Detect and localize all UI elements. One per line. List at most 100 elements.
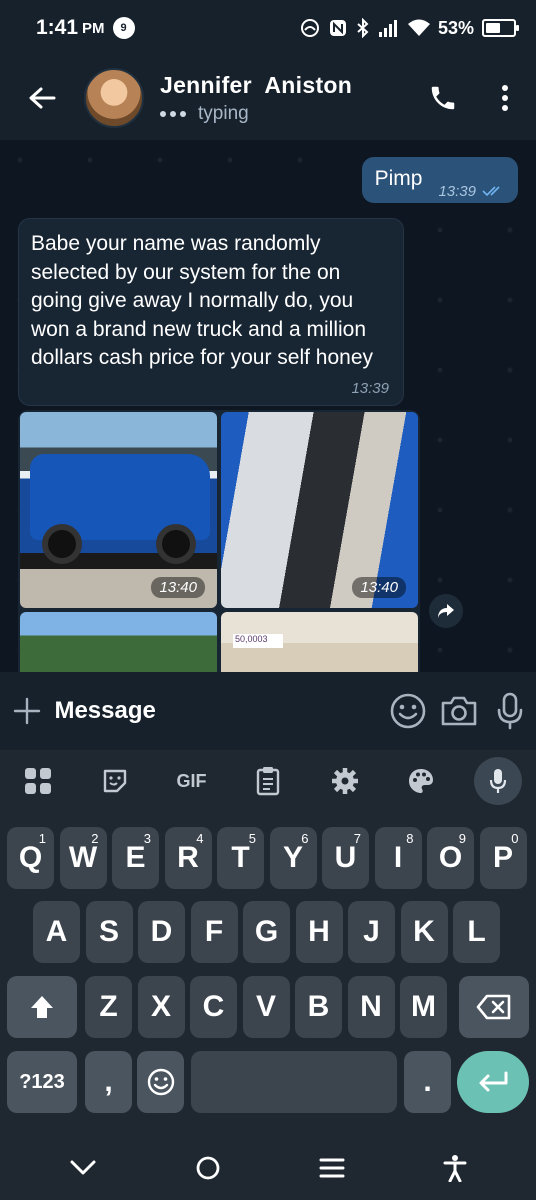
key-w[interactable]: W2 — [59, 827, 107, 889]
enter-arrow-icon — [479, 1071, 508, 1092]
key-a[interactable]: A — [33, 901, 80, 963]
shift-key[interactable] — [7, 976, 77, 1038]
key-z-label: Z — [99, 990, 118, 1023]
key-g[interactable]: G — [243, 901, 290, 963]
outgoing-message-time: 13:39 — [438, 182, 476, 200]
key-x-label: X — [150, 990, 171, 1023]
avatar[interactable] — [84, 68, 144, 128]
key-e[interactable]: E3 — [112, 827, 159, 889]
key-hint: 6 — [301, 831, 309, 846]
photo-trees[interactable] — [20, 612, 217, 672]
accessibility-icon[interactable] — [443, 1154, 467, 1182]
settings-button[interactable] — [306, 767, 383, 795]
key-v-label: V — [255, 990, 276, 1023]
photo-time: 13:40 — [151, 577, 205, 598]
voice-message-button[interactable] — [485, 692, 536, 730]
more-options-button[interactable] — [474, 84, 536, 112]
apps-grid-icon — [25, 768, 52, 794]
key-r[interactable]: R4 — [164, 827, 212, 889]
keyboard-voice-button[interactable] — [459, 757, 536, 805]
key-z[interactable]: Z — [85, 976, 132, 1038]
symbols-key[interactable]: ?123 — [7, 1051, 77, 1113]
call-button[interactable] — [412, 83, 474, 113]
key-c[interactable]: C — [190, 976, 237, 1038]
outgoing-message[interactable]: Pimp 13:39 — [361, 157, 518, 203]
key-hint: 3 — [143, 831, 151, 846]
hide-keyboard-icon[interactable] — [69, 1159, 97, 1177]
key-p[interactable]: P0 — [479, 827, 527, 889]
photo-truck-exterior[interactable]: 13:40 — [20, 412, 217, 608]
phone-icon — [431, 86, 455, 110]
key-r-label: R — [177, 841, 199, 874]
key-l[interactable]: L — [453, 901, 500, 963]
key-w-label: W — [68, 841, 98, 874]
key-x[interactable]: X — [137, 976, 185, 1038]
status-time: 1:41 — [36, 16, 79, 39]
typing-dots-icon — [160, 110, 186, 117]
backspace-key[interactable] — [459, 976, 529, 1038]
key-c-label: C — [202, 990, 225, 1023]
key-n[interactable]: N — [347, 976, 395, 1038]
shift-icon — [31, 996, 53, 1018]
theme-button[interactable] — [383, 767, 460, 795]
backspace-icon — [476, 994, 511, 1020]
key-hint: 5 — [248, 831, 256, 846]
key-d[interactable]: D — [138, 901, 185, 963]
key-o[interactable]: O9 — [427, 827, 474, 889]
key-hint: 9 — [458, 831, 466, 846]
key-f[interactable]: F — [190, 901, 238, 963]
outgoing-message-meta: 13:39 — [438, 179, 504, 203]
key-d-label: D — [150, 915, 173, 948]
dnd-icon — [300, 19, 319, 37]
sticker-icon — [103, 769, 127, 793]
comma-key-label: , — [104, 1065, 113, 1098]
emoji-icon — [390, 693, 426, 729]
message-input[interactable] — [54, 697, 383, 725]
key-t[interactable]: T5 — [217, 827, 264, 889]
key-j[interactable]: J — [348, 901, 395, 963]
camera-button[interactable] — [434, 694, 485, 728]
back-button[interactable] — [0, 86, 84, 110]
message-input-bar — [0, 672, 536, 750]
key-q[interactable]: Q1 — [7, 827, 54, 889]
contact-info[interactable]: Jennifer Aniston typing — [160, 72, 412, 125]
sticker-button[interactable] — [77, 768, 154, 794]
key-hint: 8 — [406, 831, 414, 846]
signal-icon — [378, 20, 397, 37]
enter-key[interactable] — [457, 1051, 529, 1113]
key-k[interactable]: K — [400, 901, 448, 963]
key-hint: 2 — [91, 831, 99, 846]
space-key[interactable] — [191, 1051, 397, 1113]
comma-key[interactable]: , — [85, 1051, 132, 1113]
key-f-label: F — [204, 915, 224, 948]
key-g-label: G — [254, 915, 279, 948]
key-s[interactable]: S — [85, 901, 133, 963]
key-u[interactable]: U7 — [322, 827, 369, 889]
photo-album: 13:40 13:40 50,0003 — [18, 410, 420, 672]
microphone-icon — [489, 769, 506, 793]
key-v[interactable]: V — [242, 976, 290, 1038]
photo-truck-interior[interactable]: 13:40 — [221, 412, 418, 608]
key-m[interactable]: M — [400, 976, 447, 1038]
key-y[interactable]: Y6 — [269, 827, 317, 889]
period-key[interactable]: . — [404, 1051, 451, 1113]
emoji-button[interactable] — [382, 692, 433, 730]
clipboard-button[interactable] — [230, 766, 307, 796]
gif-button[interactable]: GIF — [153, 771, 230, 792]
incoming-message[interactable]: Babe your name was randomly selected by … — [18, 218, 404, 406]
navigation-bar — [0, 1135, 536, 1200]
recents-icon[interactable] — [319, 1157, 345, 1179]
key-a-label: A — [45, 915, 68, 948]
chat-area[interactable]: Pimp 13:39 Babe your name was randomly s… — [0, 140, 536, 672]
key-b[interactable]: B — [295, 976, 342, 1038]
emoji-key[interactable] — [137, 1051, 184, 1113]
home-icon[interactable] — [195, 1155, 221, 1181]
more-vert-icon — [502, 85, 508, 111]
key-h[interactable]: H — [295, 901, 343, 963]
attach-button[interactable] — [0, 697, 54, 725]
key-i[interactable]: I8 — [374, 827, 422, 889]
key-hint: 7 — [353, 831, 361, 846]
share-button[interactable] — [429, 594, 463, 628]
photo-cash-envelope[interactable]: 50,0003 — [221, 612, 418, 672]
apps-button[interactable] — [0, 767, 77, 795]
